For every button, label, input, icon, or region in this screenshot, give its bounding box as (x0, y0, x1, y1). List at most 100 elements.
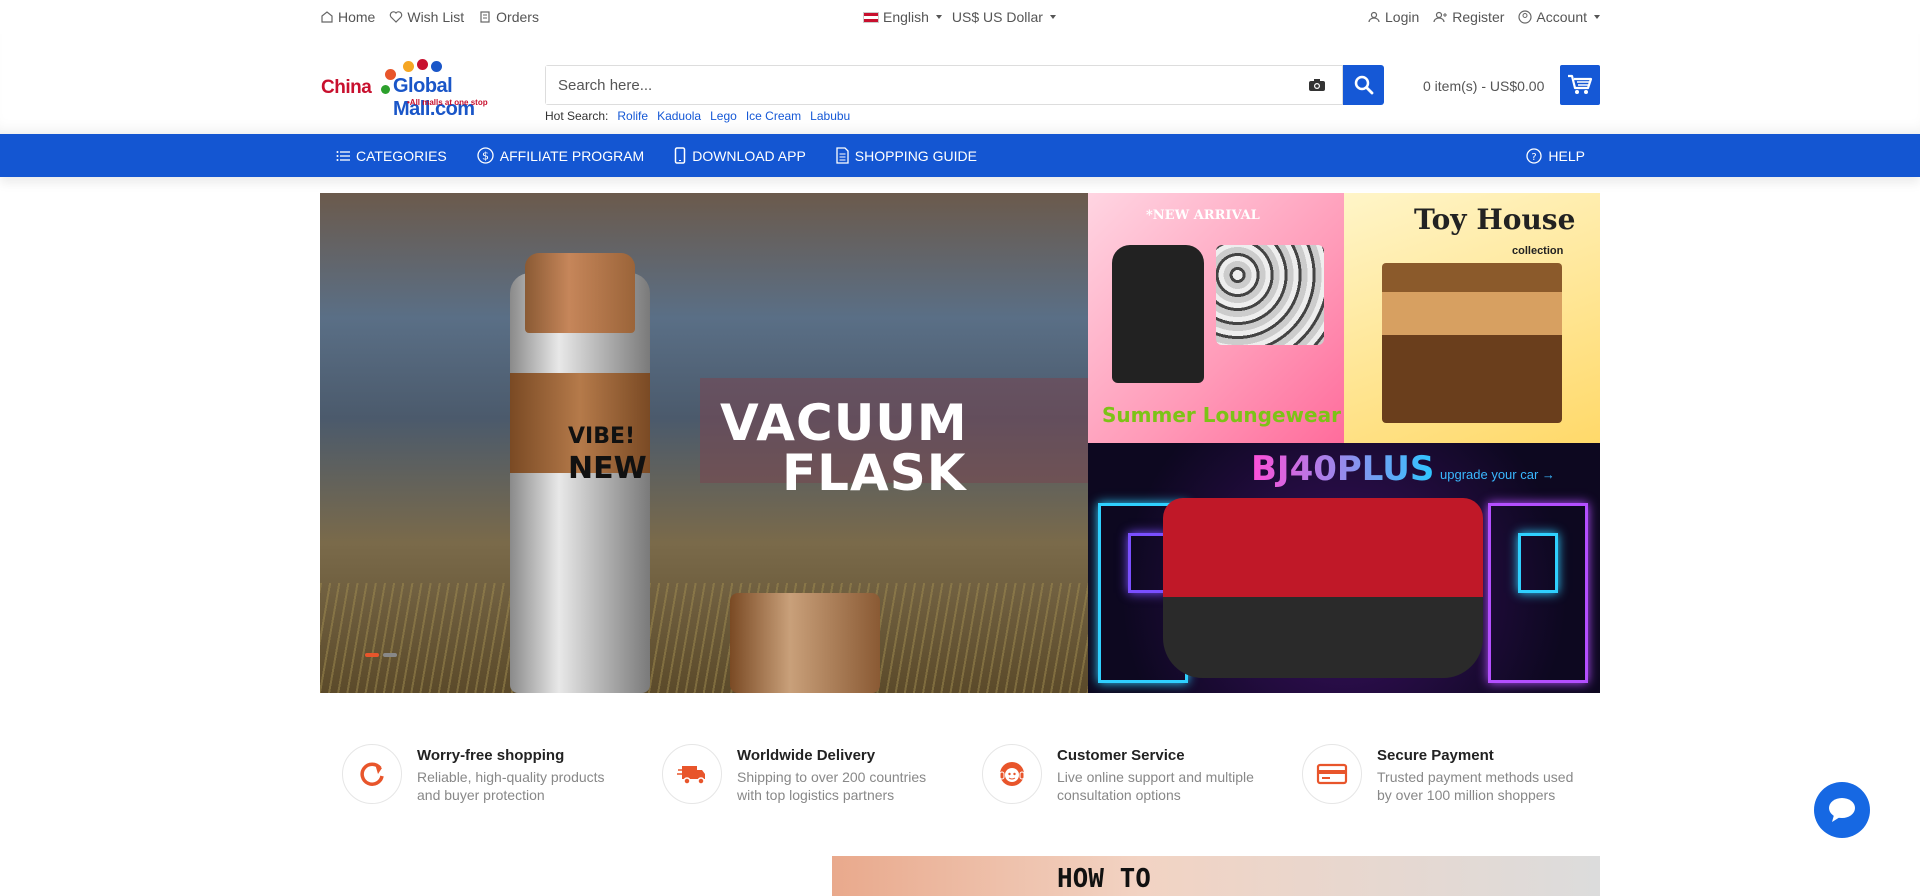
banner-grass (320, 583, 1088, 693)
refresh-icon (360, 762, 384, 786)
language-label: English (883, 9, 929, 25)
nav-download-app-label: DOWNLOAD APP (692, 147, 806, 164)
tank-top-image (1112, 245, 1204, 383)
nav-affiliate[interactable]: $ AFFILIATE PROGRAM (477, 147, 644, 164)
hot-search-term[interactable]: Labubu (810, 109, 850, 123)
user-icon (1368, 11, 1380, 23)
camera-icon[interactable] (1308, 78, 1326, 92)
credit-card-icon (1316, 763, 1348, 785)
svg-text:?: ? (1532, 152, 1537, 163)
home-link[interactable]: Home (320, 9, 375, 25)
account-menu[interactable]: Account (1518, 9, 1600, 25)
document-icon (836, 147, 849, 164)
register-label: Register (1452, 9, 1505, 25)
feature-secure-payment: Secure Payment Trusted payment methods u… (1280, 744, 1600, 804)
nav-help[interactable]: ? HELP (1526, 148, 1585, 164)
loungewear-title: Summer Loungewear (1102, 403, 1341, 427)
home-label: Home (338, 9, 376, 25)
nav-shopping-guide[interactable]: SHOPPING GUIDE (836, 147, 977, 164)
banner-title: VACUUM FLASK (720, 398, 968, 498)
main-carousel-banner[interactable]: VIBE! NEW VACUUM FLASK (320, 193, 1088, 693)
main-nav: CATEGORIES $ AFFILIATE PROGRAM DOWNLOAD … (0, 134, 1920, 177)
feature-desc: Live online support and multiple consult… (1057, 769, 1254, 803)
nav-affiliate-label: AFFILIATE PROGRAM (499, 147, 645, 164)
orders-icon (480, 11, 490, 23)
feature-desc: Shipping to over 200 countries with top … (737, 769, 927, 803)
toy-house-subtitle: collection (1512, 245, 1564, 257)
shorts-image (1216, 245, 1324, 345)
truck-icon (677, 766, 705, 785)
bj40plus-cta[interactable]: upgrade your car → (1440, 467, 1555, 482)
nav-categories[interactable]: CATEGORIES (336, 148, 447, 164)
banner-title-line2: FLASK (782, 444, 967, 502)
hot-search-term[interactable]: Rolife (617, 109, 648, 123)
login-label: Login (1385, 9, 1420, 25)
logo-dot (431, 61, 442, 72)
cart-icon (1568, 74, 1593, 94)
logo-tagline: •All malls at one stop (407, 98, 488, 107)
search-input[interactable] (546, 66, 1246, 104)
banner-bj40plus[interactable]: BJ40PLUS upgrade your car → (1088, 443, 1600, 693)
language-selector[interactable]: English (863, 9, 942, 25)
feature-icon-wrap (982, 744, 1042, 804)
feature-customer-service: Customer Service Live online support and… (960, 744, 1280, 804)
how-to-banner[interactable]: HOW TO (832, 856, 1600, 896)
search-button[interactable] (1343, 65, 1384, 105)
flag-icon (863, 11, 879, 23)
toy-house-image (1382, 263, 1562, 423)
register-link[interactable]: Register (1433, 9, 1504, 25)
support-agent-icon (999, 762, 1025, 786)
banner-toy-house[interactable]: Toy House collection (1344, 193, 1600, 443)
hot-search-label: Hot Search: (545, 109, 609, 123)
flask-label-line1: VIBE! (568, 424, 636, 449)
feature-desc: Trusted payment methods used by over 100… (1377, 769, 1574, 803)
chevron-down-icon (1049, 15, 1056, 19)
site-logo[interactable]: China Global Mall.com •All malls at one … (321, 59, 521, 120)
top-bar: Home Wish List Orders English US$ US Dol… (0, 0, 1920, 34)
feature-worry-free: Worry-free shopping Reliable, high-quali… (320, 744, 640, 804)
search-icon (1354, 75, 1373, 95)
user-plus-icon (1433, 11, 1448, 23)
help-circle-icon: ? (1526, 147, 1543, 164)
feature-icon-wrap (662, 744, 722, 804)
nav-help-label: HELP (1548, 147, 1585, 164)
cart-button[interactable] (1560, 65, 1600, 105)
carousel-dot[interactable] (383, 653, 397, 657)
neon-frame (1128, 533, 1168, 593)
cup-image (730, 593, 880, 693)
nav-download-app[interactable]: DOWNLOAD APP (674, 147, 806, 164)
live-chat-button[interactable] (1814, 782, 1870, 838)
dollar-circle-icon: $ (477, 147, 494, 164)
orders-link[interactable]: Orders (478, 9, 539, 25)
suv-image (1163, 498, 1483, 678)
heart-icon (390, 11, 403, 23)
login-link[interactable]: Login (1367, 9, 1419, 25)
banner-summer-loungewear[interactable]: *NEW ARRIVAL Summer Loungewear (1088, 193, 1344, 443)
feature-title: Worry-free shopping (417, 747, 565, 764)
account-circle-icon (1518, 10, 1533, 24)
hot-search-term[interactable]: Ice Cream (746, 109, 801, 123)
list-icon (336, 150, 350, 161)
nav-shopping-guide-label: SHOPPING GUIDE (854, 147, 977, 164)
wishlist-link[interactable]: Wish List (389, 9, 464, 25)
currency-label: US$ US Dollar (951, 9, 1043, 25)
feature-worldwide-delivery: Worldwide Delivery Shipping to over 200 … (640, 744, 960, 804)
bj40plus-title: BJ40PLUS (1251, 449, 1435, 489)
hot-search-term[interactable]: Lego (710, 109, 737, 123)
orders-label: Orders (496, 9, 539, 25)
carousel-dot[interactable] (365, 653, 379, 657)
mobile-icon (674, 147, 686, 164)
logo-dot (403, 61, 414, 72)
neon-frame (1488, 503, 1588, 683)
cart-summary[interactable]: 0 item(s) - US$0.00 (1423, 78, 1544, 94)
logo-dot (417, 59, 428, 70)
logo-dot (381, 85, 390, 94)
hot-search-term[interactable]: Kaduola (657, 109, 701, 123)
flask-label-line2: NEW (568, 451, 647, 486)
new-arrival-tag: *NEW ARRIVAL (1146, 208, 1260, 223)
flask-cap-image (525, 253, 635, 333)
feature-title: Secure Payment (1377, 747, 1494, 764)
chat-bubble-icon (1829, 798, 1855, 822)
currency-selector[interactable]: US$ US Dollar (952, 9, 1056, 25)
carousel-indicators (365, 653, 397, 657)
